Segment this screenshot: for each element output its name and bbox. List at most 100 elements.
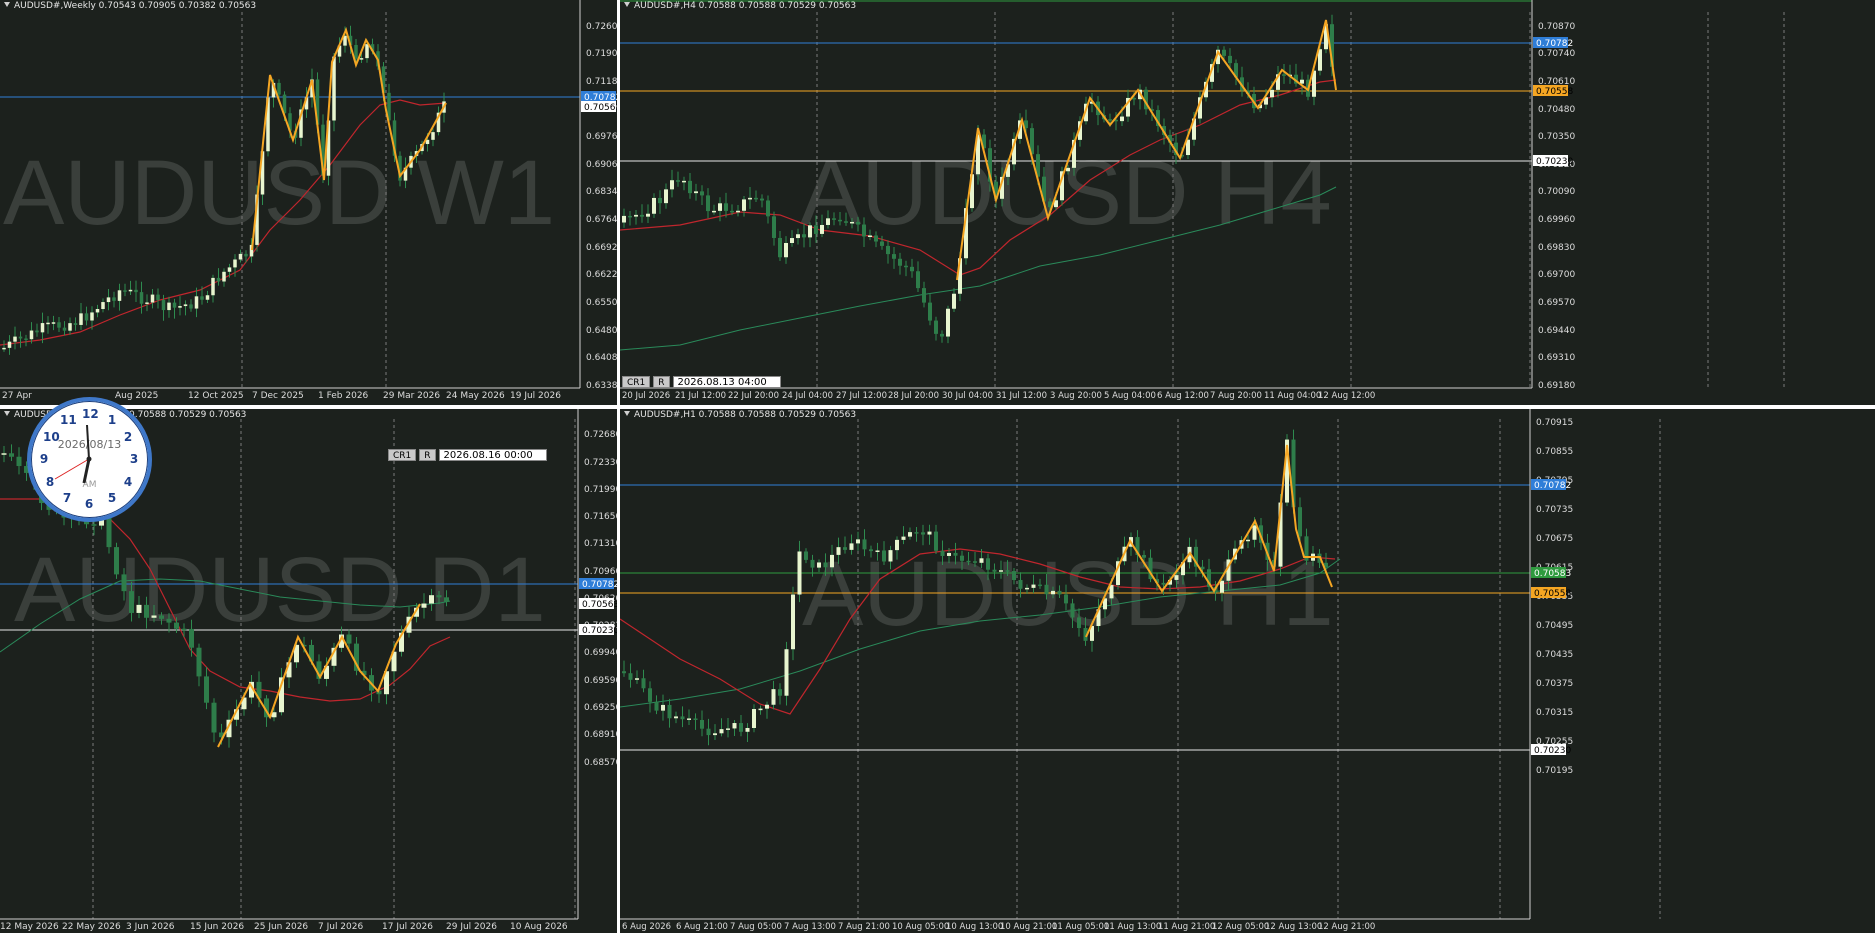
- candle: [150, 294, 155, 303]
- candle: [646, 213, 650, 217]
- candle: [13, 336, 17, 342]
- dropdown-icon[interactable]: [4, 2, 10, 7]
- svg-text:17 Jul 2026: 17 Jul 2026: [382, 922, 433, 932]
- candle: [628, 215, 632, 218]
- candle: [680, 716, 685, 720]
- candle: [850, 221, 854, 224]
- candle: [1228, 55, 1232, 64]
- candle: [771, 689, 776, 705]
- candle: [654, 701, 659, 711]
- candle: [880, 241, 884, 246]
- candle: [1252, 525, 1257, 540]
- candle: [194, 296, 199, 309]
- candle: [183, 304, 188, 307]
- candle: [796, 234, 800, 239]
- candle: [29, 330, 34, 340]
- yaxis-h4: 0.70870 0.70740 0.70610 0.70480 0.70350 …: [1538, 22, 1575, 391]
- candle: [167, 302, 171, 311]
- candle: [16, 456, 22, 467]
- candle: [1005, 570, 1010, 572]
- analog-clock[interactable]: 2026/08/13 AM 12 1 2 3 4 5 6 7 8 9 10 11: [27, 397, 152, 522]
- candle: [748, 197, 752, 200]
- candle: [106, 297, 111, 303]
- candle: [999, 570, 1003, 572]
- svg-text:22 Jul 20:00: 22 Jul 20:00: [728, 391, 779, 401]
- dropdown-icon[interactable]: [624, 411, 630, 416]
- candle: [1038, 584, 1042, 587]
- candle: [687, 718, 691, 720]
- svg-text:0.69440: 0.69440: [1538, 326, 1575, 336]
- cr1-button-w1[interactable]: CR1: [388, 449, 417, 461]
- candle: [641, 678, 646, 689]
- candle: [178, 306, 182, 308]
- candle: [332, 56, 336, 121]
- svg-text:0.69250: 0.69250: [584, 703, 617, 713]
- candle: [91, 524, 97, 526]
- svg-text:0.70915: 0.70915: [1536, 418, 1573, 428]
- candle: [732, 723, 737, 729]
- svg-text:7 Dec 2025: 7 Dec 2025: [252, 391, 304, 401]
- svg-text:30 Jul 04:00: 30 Jul 04:00: [942, 391, 993, 401]
- r-button-w1[interactable]: R: [419, 449, 436, 461]
- dropdown-icon[interactable]: [624, 2, 630, 7]
- candle: [784, 243, 788, 258]
- datetime-field-h4[interactable]: 2026.08.13 04:00: [672, 376, 781, 388]
- candle: [622, 671, 626, 674]
- candle: [804, 551, 808, 560]
- datetime-field-w1[interactable]: 2026.08.16 00:00: [438, 449, 547, 461]
- candle: [622, 215, 626, 223]
- svg-text:0.68570: 0.68570: [584, 758, 617, 768]
- svg-text:0.69960: 0.69960: [1538, 215, 1575, 225]
- candle: [752, 708, 756, 728]
- candle: [694, 191, 698, 194]
- svg-text:0.71650: 0.71650: [584, 512, 617, 522]
- chart-panel-h4[interactable]: AUDUSD H4 0.70870 0.70740 0.70610 0.7048…: [620, 0, 1875, 405]
- chart-svg-h1[interactable]: AUDUSD H1 0.70915 0.70855 0.70795 0.7073…: [620, 409, 1875, 933]
- dropdown-icon[interactable]: [4, 411, 10, 416]
- svg-text:12 Aug 21:00: 12 Aug 21:00: [1318, 922, 1375, 932]
- r-button-h4[interactable]: R: [653, 376, 670, 388]
- candle: [814, 225, 818, 234]
- candle: [874, 235, 878, 242]
- candle: [68, 323, 72, 331]
- candle: [166, 618, 172, 623]
- svg-text:27 Jul 12:00: 27 Jul 12:00: [836, 391, 887, 401]
- candle: [1018, 580, 1023, 589]
- candle: [826, 218, 830, 225]
- candle: [7, 341, 12, 348]
- chart-svg-w1[interactable]: AUDUSD W1 0.72600 0.71900 0.71180 0.7047…: [0, 0, 617, 405]
- candle: [979, 558, 984, 563]
- cr1-button-h4[interactable]: CR1: [622, 376, 651, 388]
- svg-text:0.69060: 0.69060: [586, 160, 617, 170]
- candle: [724, 203, 728, 211]
- candle: [667, 704, 672, 719]
- candle: [772, 216, 776, 238]
- candle: [121, 574, 127, 592]
- svg-text:10 Aug 2026: 10 Aug 2026: [510, 922, 568, 932]
- svg-text:0.70350: 0.70350: [1538, 132, 1575, 142]
- candle: [151, 615, 157, 618]
- svg-text:12 Aug 05:00: 12 Aug 05:00: [1212, 922, 1269, 932]
- candle: [1066, 167, 1070, 172]
- candle: [745, 727, 750, 732]
- candle: [1057, 590, 1062, 595]
- chart-svg-h4[interactable]: AUDUSD H4 0.70870 0.70740 0.70610 0.7048…: [620, 0, 1875, 405]
- candle: [849, 543, 854, 550]
- svg-text:Aug 2025: Aug 2025: [115, 391, 158, 401]
- candle: [791, 594, 795, 650]
- chart-panel-h1[interactable]: AUDUSD H1 0.70915 0.70855 0.70795 0.7073…: [620, 409, 1875, 933]
- candle: [946, 308, 950, 337]
- xaxis-h4: 20 Jul 2026 21 Jul 12:00 22 Jul 20:00 24…: [622, 391, 1375, 401]
- price-label-white-h1: 0.70230: [1534, 746, 1571, 756]
- candle: [429, 595, 434, 604]
- price-label-white-h4: 0.70230: [1536, 157, 1573, 167]
- candle: [736, 210, 740, 213]
- svg-text:11 Aug 13:00: 11 Aug 13:00: [1104, 922, 1161, 932]
- header-w1: AUDUSD#,Weekly 0.70543 0.70905 0.70382 0…: [4, 1, 256, 11]
- candle: [910, 266, 914, 272]
- svg-text:0.70855: 0.70855: [1536, 447, 1573, 457]
- candle: [95, 309, 100, 313]
- chart-panel-w1[interactable]: AUDUSD W1 0.72600 0.71900 0.71180 0.7047…: [0, 0, 617, 405]
- header-h4: AUDUSD#,H4 0.70588 0.70588 0.70529 0.705…: [624, 1, 856, 11]
- svg-text:0.70870: 0.70870: [1538, 22, 1575, 32]
